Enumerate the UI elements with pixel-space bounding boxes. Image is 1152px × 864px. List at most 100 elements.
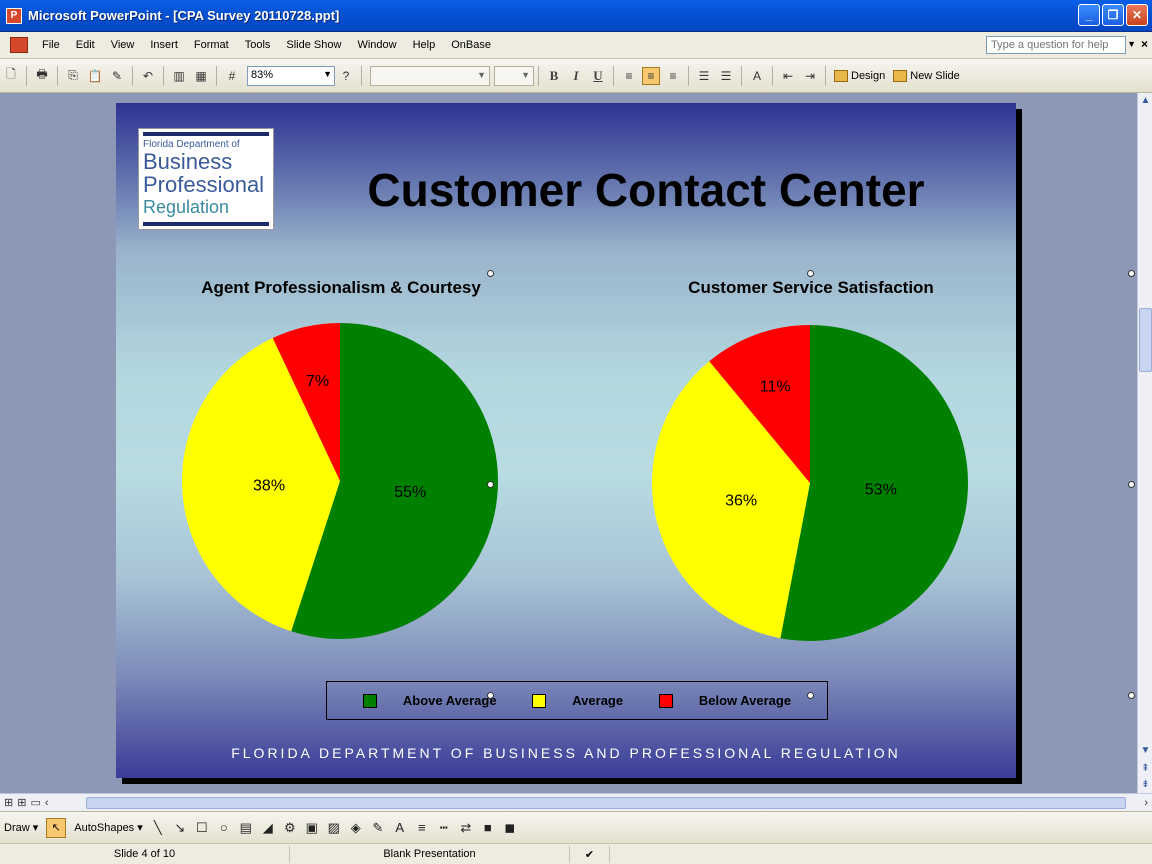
pie-charts[interactable]: 55% 38% 7% 53% 36% 11% bbox=[116, 103, 1016, 778]
menu-onbase[interactable]: OnBase bbox=[443, 39, 499, 51]
zoom-value: 83% bbox=[251, 68, 274, 81]
design-icon bbox=[834, 69, 848, 82]
align-left-icon[interactable]: ≡ bbox=[620, 67, 638, 85]
clipart-icon[interactable]: ▣ bbox=[304, 820, 320, 836]
selection-handle[interactable] bbox=[487, 692, 494, 699]
autoshapes-label: AutoShapes bbox=[74, 822, 135, 834]
draw-menu[interactable]: Draw ▾ bbox=[4, 821, 38, 834]
scroll-right-icon[interactable]: › bbox=[1144, 797, 1148, 809]
legend-label: Below Average bbox=[698, 693, 792, 708]
textbox-icon[interactable]: ▤ bbox=[238, 820, 254, 836]
format-painter-icon[interactable]: ✎ bbox=[108, 67, 126, 85]
close-button[interactable]: ✕ bbox=[1126, 4, 1148, 26]
new-slide-button[interactable]: New Slide bbox=[893, 69, 960, 82]
align-right-icon[interactable]: ≡ bbox=[664, 67, 682, 85]
print-icon[interactable]: 🖶 bbox=[33, 67, 51, 85]
previous-slide-icon[interactable]: ⇞ bbox=[1138, 761, 1152, 776]
wordart-icon[interactable]: ◢ bbox=[260, 820, 276, 836]
menu-edit[interactable]: Edit bbox=[68, 39, 103, 51]
help-search-input[interactable] bbox=[986, 36, 1126, 54]
menu-slide-show[interactable]: Slide Show bbox=[278, 39, 349, 51]
shadow-icon[interactable]: ■ bbox=[480, 820, 496, 836]
menu-window[interactable]: Window bbox=[349, 39, 404, 51]
close-icon[interactable]: × bbox=[1141, 37, 1148, 51]
paste-icon[interactable]: 📋 bbox=[86, 67, 104, 85]
menu-help[interactable]: Help bbox=[405, 39, 444, 51]
menu-insert[interactable]: Insert bbox=[142, 39, 186, 51]
chart-legend[interactable]: Above Average Average Below Average bbox=[326, 681, 828, 720]
font-size-select[interactable]: ▼ bbox=[494, 65, 534, 86]
new-slide-label: New Slide bbox=[910, 69, 960, 82]
line-icon[interactable]: ╲ bbox=[150, 820, 166, 836]
restore-button[interactable]: ❐ bbox=[1102, 4, 1124, 26]
selection-handle[interactable] bbox=[807, 692, 814, 699]
fill-color-icon[interactable]: ◈ bbox=[348, 820, 364, 836]
autoshapes-menu[interactable]: AutoShapes ▾ bbox=[74, 821, 143, 834]
insert-table-icon[interactable]: ▦ bbox=[192, 67, 210, 85]
align-center-icon[interactable]: ≡ bbox=[642, 66, 660, 85]
spelling-icon[interactable]: ✔ bbox=[570, 845, 610, 863]
selection-handle[interactable] bbox=[487, 270, 494, 277]
arrow-icon[interactable]: ↘ bbox=[172, 820, 188, 836]
insert-chart-icon[interactable]: ▥ bbox=[170, 67, 188, 85]
selection-handle[interactable] bbox=[1128, 270, 1135, 277]
separator bbox=[538, 65, 539, 86]
pie-data-label: 7% bbox=[306, 373, 329, 390]
increase-indent-icon[interactable]: ⇥ bbox=[801, 67, 819, 85]
selection-handle[interactable] bbox=[1128, 692, 1135, 699]
scroll-up-icon[interactable]: ▲ bbox=[1138, 93, 1152, 108]
arrow-style-icon[interactable]: ⇄ bbox=[458, 820, 474, 836]
oval-icon[interactable]: ○ bbox=[216, 820, 232, 836]
menu-file[interactable]: File bbox=[34, 39, 68, 51]
scrollbar-thumb[interactable] bbox=[1139, 308, 1152, 372]
line-color-icon[interactable]: ✎ bbox=[370, 820, 386, 836]
slide[interactable]: Florida Department of Business Professio… bbox=[116, 103, 1016, 778]
underline-icon[interactable]: U bbox=[589, 67, 607, 85]
line-style-icon[interactable]: ≡ bbox=[414, 820, 430, 836]
3d-icon[interactable]: ◼ bbox=[502, 820, 518, 836]
legend-label: Above Average bbox=[402, 693, 497, 708]
menu-format[interactable]: Format bbox=[186, 39, 237, 51]
dash-style-icon[interactable]: ┅ bbox=[436, 820, 452, 836]
bold-icon[interactable]: B bbox=[545, 67, 563, 85]
pie-data-label: 55% bbox=[394, 484, 426, 501]
minimize-button[interactable]: _ bbox=[1078, 4, 1100, 26]
new-icon[interactable]: 🗋 bbox=[2, 67, 20, 85]
selection-handle[interactable] bbox=[807, 270, 814, 277]
grid-icon[interactable]: # bbox=[223, 67, 241, 85]
slide-footer: FLORIDA DEPARTMENT OF BUSINESS AND PROFE… bbox=[231, 745, 901, 761]
diagram-icon[interactable]: ⚙ bbox=[282, 820, 298, 836]
menu-view[interactable]: View bbox=[103, 39, 143, 51]
increase-font-icon[interactable]: A bbox=[748, 67, 766, 85]
font-name-select[interactable]: ▼ bbox=[370, 65, 490, 86]
chevron-down-icon[interactable]: ▼ bbox=[1127, 39, 1136, 49]
powerpoint-icon[interactable]: P bbox=[6, 7, 22, 24]
slide-sorter-icon[interactable]: ⊞ bbox=[17, 796, 26, 809]
scroll-down-icon[interactable]: ▼ bbox=[1138, 743, 1152, 758]
legend-label: Average bbox=[572, 693, 624, 708]
horizontal-scrollbar-thumb[interactable] bbox=[86, 797, 1126, 809]
selection-handle[interactable] bbox=[1128, 481, 1135, 488]
help-icon[interactable]: ? bbox=[337, 67, 355, 85]
selection-handle[interactable] bbox=[487, 481, 494, 488]
normal-view-icon[interactable]: ⊞ bbox=[4, 796, 13, 809]
numbering-icon[interactable]: ☰ bbox=[695, 67, 713, 85]
design-button[interactable]: Design bbox=[834, 69, 885, 82]
select-objects-icon[interactable]: ↖ bbox=[46, 817, 67, 838]
zoom-select[interactable]: 83% ▼ bbox=[247, 65, 335, 86]
document-icon[interactable] bbox=[10, 37, 28, 53]
vertical-scrollbar[interactable]: ▲ ▼ ⇞ ⇟ bbox=[1137, 93, 1152, 793]
rectangle-icon[interactable]: ☐ bbox=[194, 820, 210, 836]
font-color-icon[interactable]: A bbox=[392, 820, 408, 836]
copy-icon[interactable]: ⎘ bbox=[64, 67, 82, 85]
decrease-indent-icon[interactable]: ⇤ bbox=[779, 67, 797, 85]
italic-icon[interactable]: I bbox=[567, 67, 585, 85]
slide-show-icon[interactable]: ▭ bbox=[30, 796, 40, 809]
bullets-icon[interactable]: ☰ bbox=[717, 67, 735, 85]
scroll-left-icon[interactable]: ‹ bbox=[45, 797, 49, 809]
legend-swatch bbox=[658, 693, 673, 708]
menu-tools[interactable]: Tools bbox=[237, 39, 279, 51]
undo-icon[interactable]: ↶ bbox=[139, 67, 157, 85]
next-slide-icon[interactable]: ⇟ bbox=[1138, 777, 1152, 792]
picture-icon[interactable]: ▨ bbox=[326, 820, 342, 836]
